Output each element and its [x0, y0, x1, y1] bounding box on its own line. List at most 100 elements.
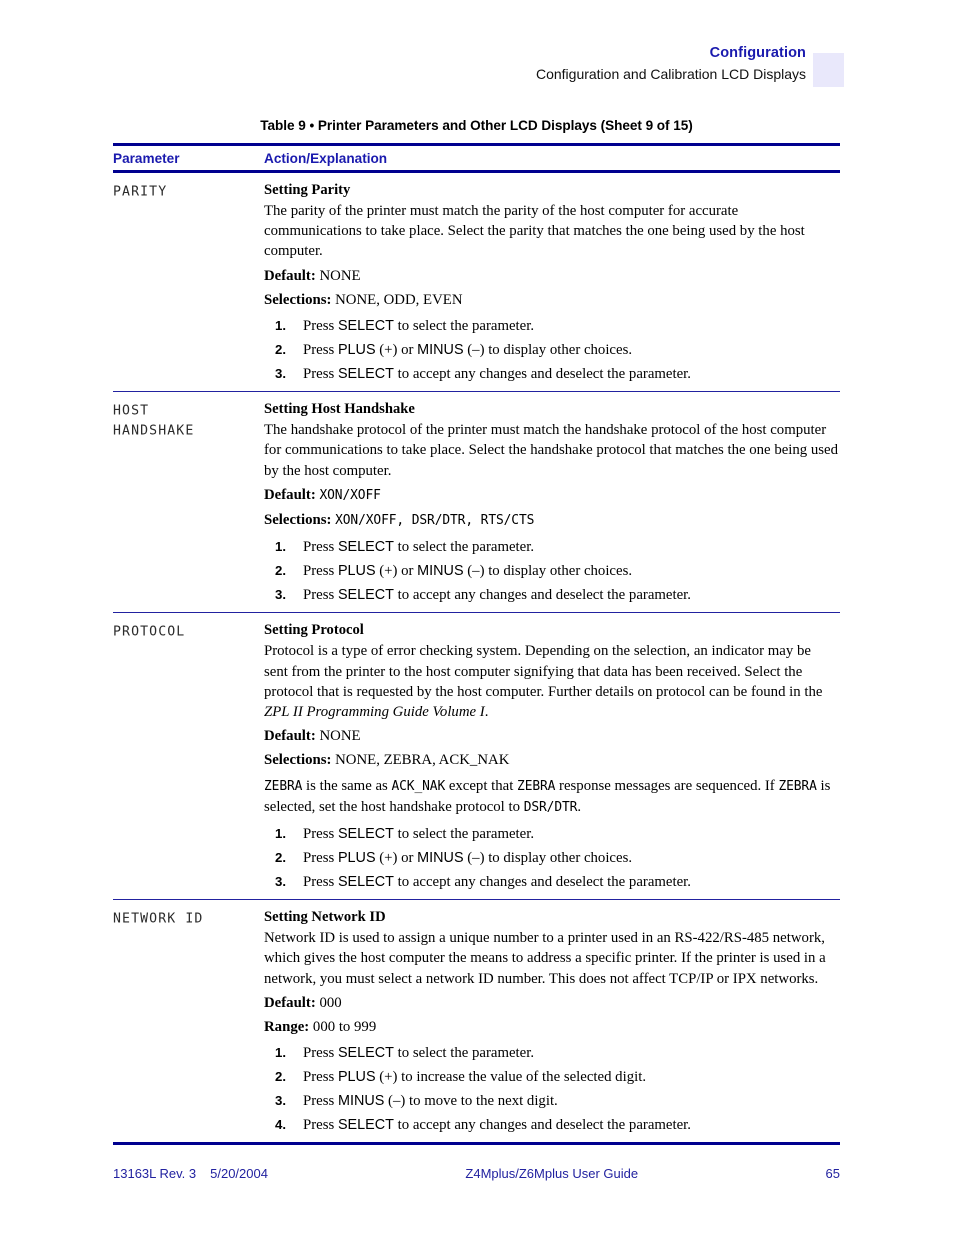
default-label: Default:	[264, 486, 316, 503]
list-item: 3. Press SELECT to accept any changes and…	[264, 585, 838, 605]
table-header-row: Parameter Action/Explanation	[113, 146, 840, 170]
key-name: MINUS	[417, 850, 464, 867]
footer-guide-title: Z4Mplus/Z6Mplus User Guide	[465, 1166, 639, 1181]
list-item: 3. Press MINUS (–) to move to the next di…	[264, 1091, 838, 1111]
step-text-pre: Press	[303, 539, 338, 556]
key-name: MINUS	[417, 563, 464, 580]
selections-value: XON/XOFF, DSR/DTR, RTS/CTS	[335, 513, 535, 529]
note-text-2: except that	[445, 777, 518, 794]
book-reference-title: ZPL II Programming Guide Volume I	[264, 704, 485, 721]
parameter-cell: HOST HANDSHAKE	[113, 400, 264, 605]
step-text-post: to select the parameter.	[393, 1045, 535, 1062]
step-number: 4.	[275, 1117, 286, 1133]
footer-date: 5/20/2004	[210, 1166, 268, 1181]
table-row: PARITY Setting Parity The parity of the …	[113, 173, 840, 391]
action-cell: Setting Host Handshake The handshake pro…	[264, 400, 840, 605]
action-subheading: Setting Parity	[264, 182, 351, 198]
action-body: Protocol is a type of error checking sys…	[264, 641, 838, 722]
step-text-post: (–) to display other choices.	[463, 342, 633, 359]
footer-doc-number: 13163L Rev. 3	[113, 1166, 197, 1181]
step-number: 3.	[275, 874, 286, 890]
action-body: The parity of the printer must match the…	[264, 203, 805, 260]
footer-left-group: 13163L Rev. 3 5/20/2004	[113, 1166, 268, 1181]
selections-line: Selections: NONE, ZEBRA, ACK_NAK	[264, 750, 838, 770]
selections-value: NONE, ODD, EVEN	[335, 291, 463, 308]
note-mono-4: ZEBRA	[778, 778, 817, 794]
step-list: 1. Press SELECT to select the parameter. …	[264, 316, 838, 384]
step-text-pre: Press	[303, 342, 338, 359]
list-item: 1. Press SELECT to select the parameter.	[264, 316, 838, 336]
lcd-parameter-name: HOST HANDSHAKE	[113, 403, 195, 439]
list-item: 3. Press SELECT to accept any changes and…	[264, 872, 838, 892]
footer-page-number: 65	[825, 1166, 840, 1181]
lcd-parameter-name: PARITY	[113, 184, 168, 200]
note-mono-5: DSR/DTR	[523, 799, 578, 815]
column-header-parameter: Parameter	[113, 151, 180, 166]
key-name: PLUS	[337, 850, 376, 867]
running-header: Configuration Configuration and Calibrat…	[0, 44, 806, 84]
printer-parameters-table: Parameter Action/Explanation PARITY Sett…	[113, 143, 840, 1146]
step-number: 2.	[275, 563, 286, 579]
body-text-post: .	[484, 704, 489, 721]
list-item: 2. Press PLUS (+) or MINUS (–) to display…	[264, 561, 838, 581]
step-number: 3.	[275, 1093, 286, 1109]
selections-label: Selections:	[264, 291, 332, 308]
default-label: Default:	[264, 267, 316, 284]
default-line: Default: XON/XOFF	[264, 485, 838, 506]
selections-value: NONE, ZEBRA, ACK_NAK	[335, 752, 510, 769]
lcd-parameter-name: PROTOCOL	[113, 624, 186, 640]
key-name: SELECT	[337, 539, 394, 556]
table-bottom-rule	[113, 1142, 840, 1146]
list-item: 1. Press SELECT to select the parameter.	[264, 537, 838, 557]
lcd-parameter-name: NETWORK ID	[113, 911, 204, 927]
key-name: PLUS	[337, 563, 376, 580]
step-number: 2.	[275, 850, 286, 866]
parameter-cell: NETWORK ID	[113, 908, 264, 1135]
parameter-cell: PROTOCOL	[113, 621, 264, 892]
step-number: 1.	[275, 318, 286, 334]
step-text-mid: (+) or	[375, 342, 418, 359]
list-item: 2. Press PLUS (+) to increase the value o…	[264, 1067, 838, 1087]
default-value: XON/XOFF	[319, 487, 381, 503]
action-subheading: Setting Network ID	[264, 909, 386, 926]
range-line: Range: 000 to 999	[264, 1017, 838, 1037]
step-text-pre: Press	[303, 366, 338, 383]
list-item: 4. Press SELECT to accept any changes and…	[264, 1115, 838, 1135]
action-body: The handshake protocol of the printer mu…	[264, 422, 839, 479]
note-mono-3: ZEBRA	[517, 778, 556, 794]
key-name: PLUS	[337, 1069, 376, 1086]
step-text-post: (–) to move to the next digit.	[384, 1093, 558, 1110]
step-number: 1.	[275, 1045, 286, 1061]
key-name: SELECT	[337, 366, 394, 383]
key-name: SELECT	[337, 1045, 394, 1062]
key-name: PLUS	[337, 342, 376, 359]
selections-label: Selections:	[264, 752, 332, 769]
action-cell: Setting Network ID Network ID is used to…	[264, 908, 840, 1135]
page-footer: 13163L Rev. 3 5/20/2004 Z4Mplus/Z6Mplus U…	[113, 1166, 840, 1181]
step-number: 3.	[275, 366, 286, 382]
table-row: HOST HANDSHAKE Setting Host Handshake Th…	[113, 392, 840, 612]
step-number: 3.	[275, 587, 286, 603]
step-text-post: to select the parameter.	[393, 826, 535, 843]
note-mono-1: ZEBRA	[264, 778, 303, 794]
step-text-pre: Press	[303, 1093, 338, 1110]
step-text-post: (–) to display other choices.	[463, 563, 633, 580]
step-list: 1. Press SELECT to select the parameter. …	[264, 537, 838, 605]
default-line: Default: 000	[264, 993, 838, 1013]
key-name: SELECT	[337, 874, 394, 891]
selections-line: Selections: XON/XOFF, DSR/DTR, RTS/CTS	[264, 510, 838, 531]
protocol-note: ZEBRA is the same as ACK_NAK except that…	[264, 776, 838, 818]
key-name: SELECT	[337, 1117, 394, 1134]
step-list: 1. Press SELECT to select the parameter. …	[264, 1043, 838, 1135]
step-text-pre: Press	[303, 587, 338, 604]
step-text-post: to accept any changes and deselect the p…	[393, 587, 691, 604]
step-text-post: to accept any changes and deselect the p…	[393, 874, 691, 891]
step-text-pre: Press	[303, 563, 338, 580]
key-name: MINUS	[337, 1093, 385, 1110]
table-caption: Table 9 • Printer Parameters and Other L…	[260, 118, 693, 133]
step-text-pre: Press	[303, 1045, 338, 1062]
key-name: MINUS	[417, 342, 464, 359]
step-text-pre: Press	[303, 1117, 338, 1134]
header-section-title: Configuration and Calibration LCD Displa…	[535, 66, 806, 82]
list-item: 2. Press PLUS (+) or MINUS (–) to display…	[264, 340, 838, 360]
